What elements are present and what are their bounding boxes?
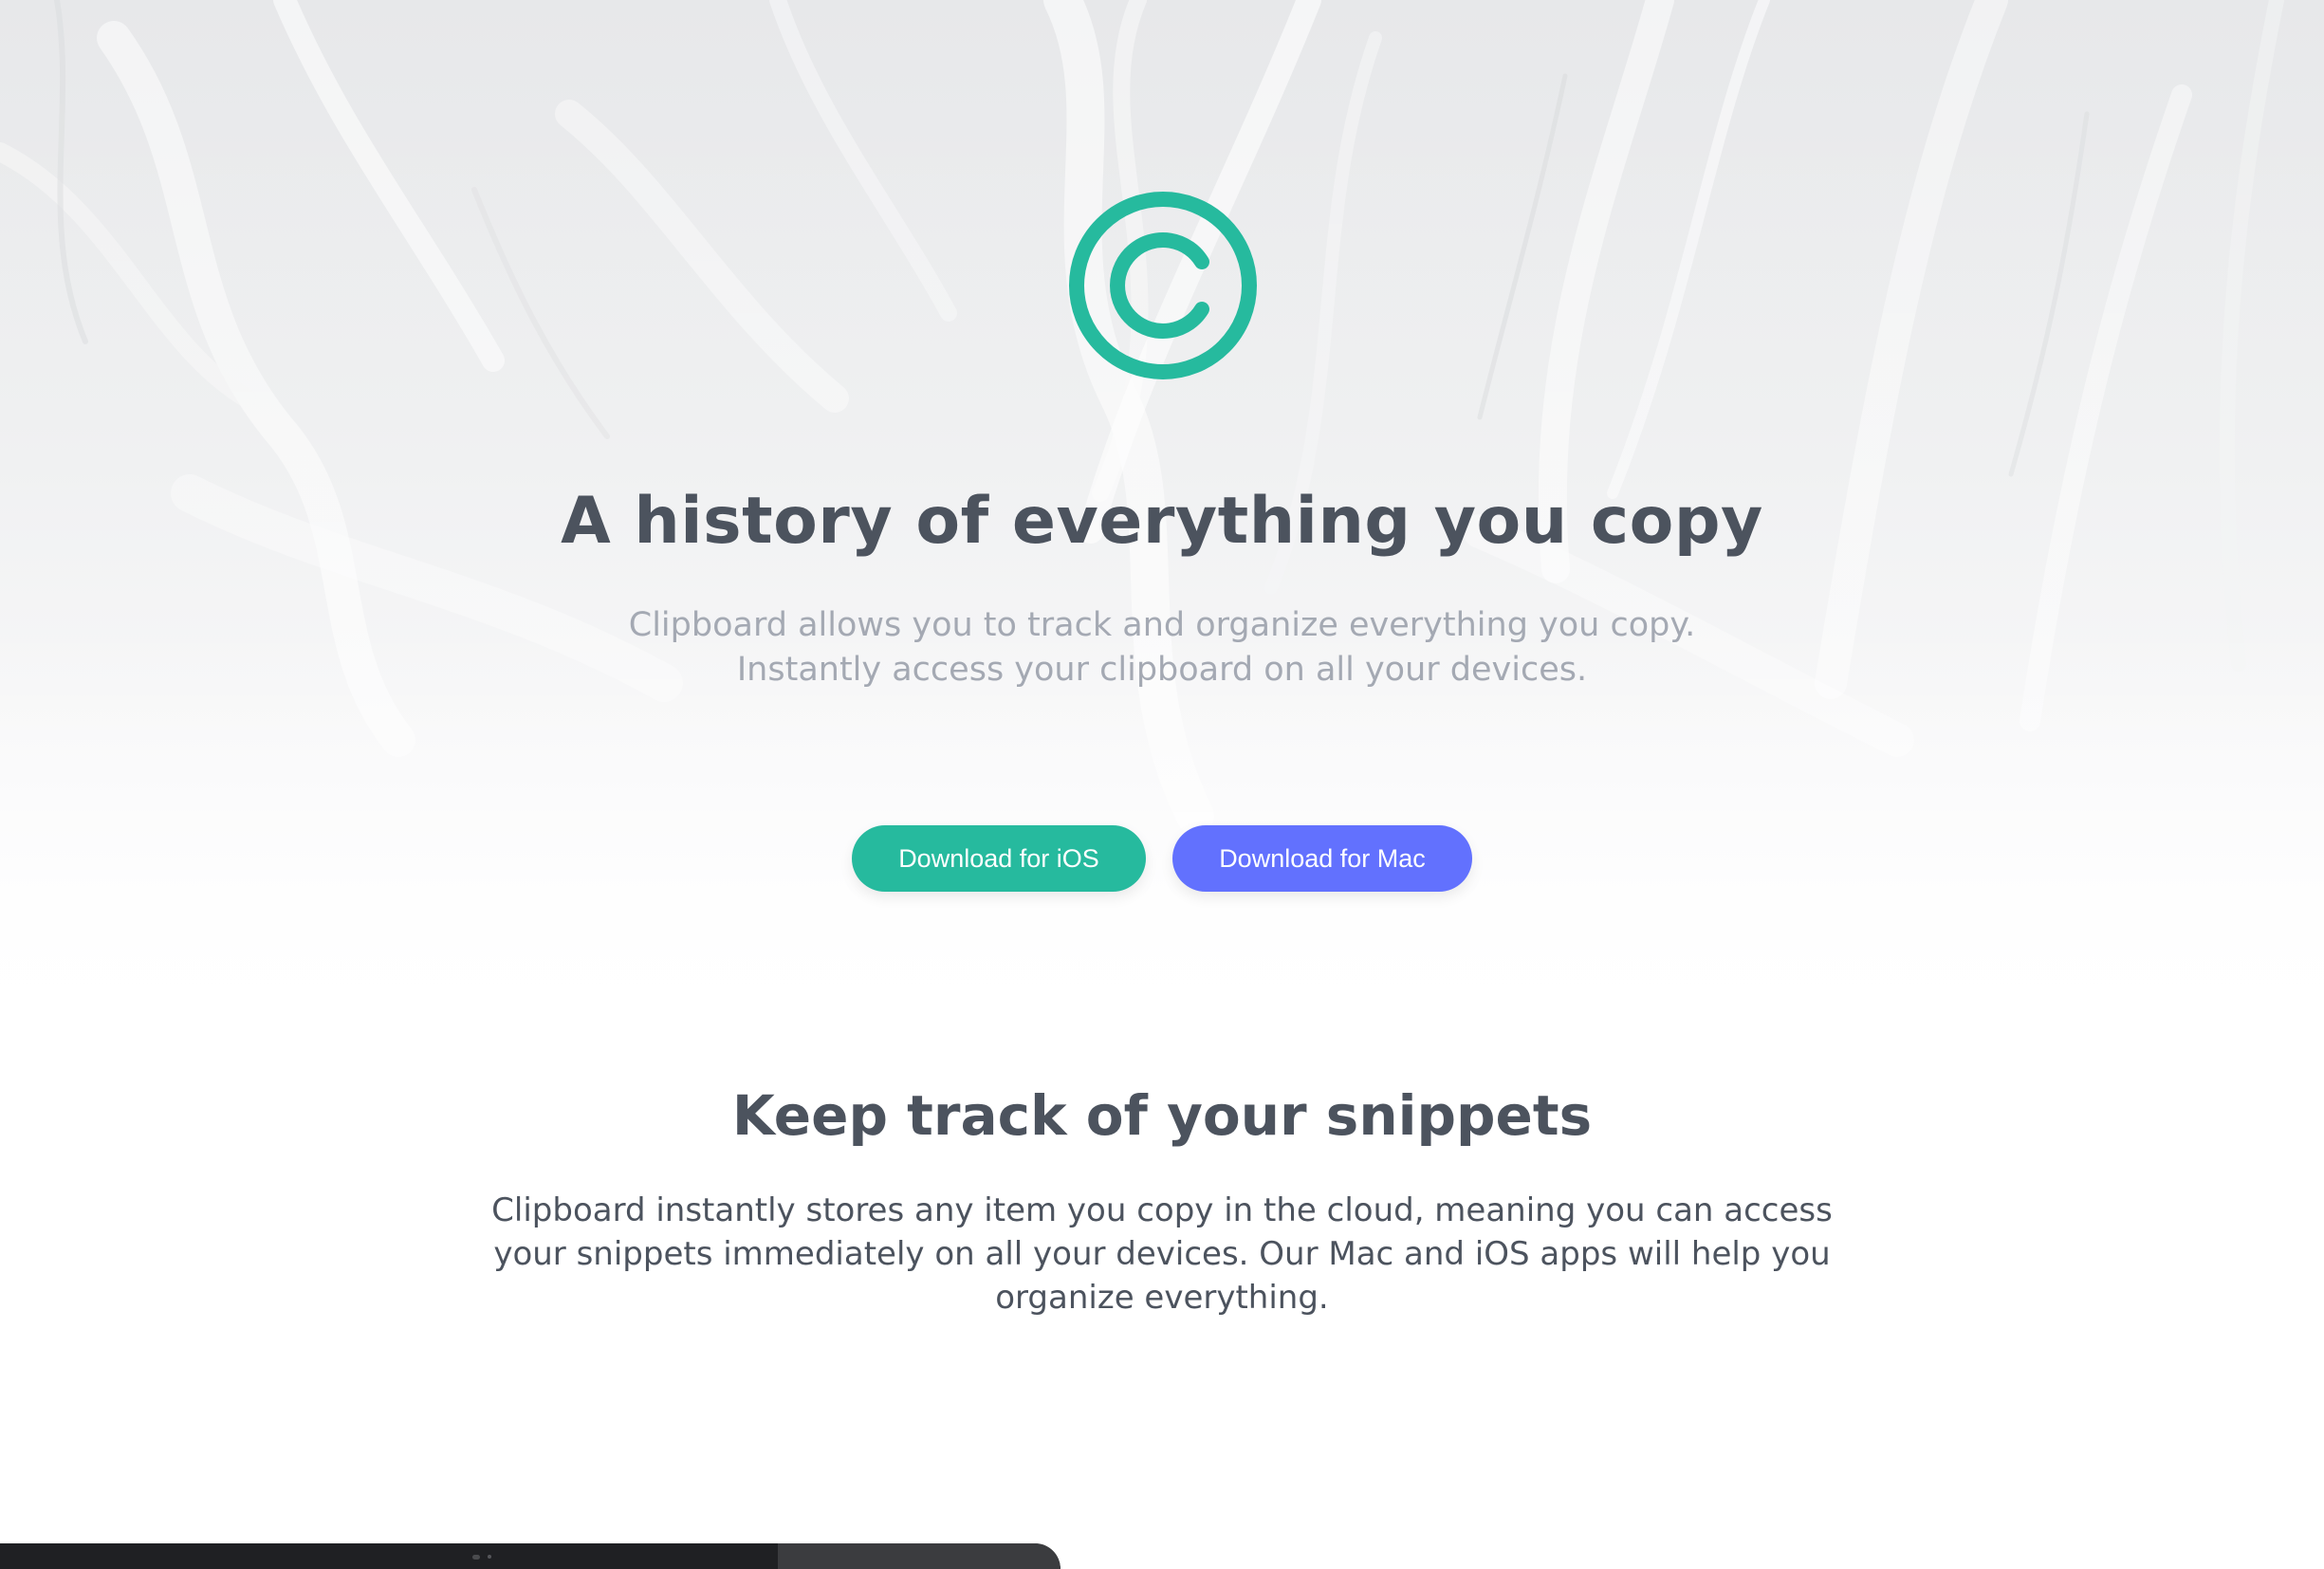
- snippets-section-body: Clipboard instantly stores any item you …: [491, 1191, 1833, 1317]
- hero-title: A history of everything you copy: [561, 484, 1763, 559]
- download-mac-button[interactable]: Download for Mac: [1172, 825, 1472, 892]
- clipboard-c-icon: [1067, 190, 1259, 381]
- device-screen-edge: [778, 1543, 1061, 1569]
- download-ios-button[interactable]: Download for iOS: [852, 825, 1146, 892]
- computer-device-image: [0, 1543, 1061, 1569]
- snippets-section-title: Keep track of your snippets: [731, 1083, 1593, 1148]
- hero-subtitle: Clipboard allows you to track and organi…: [628, 606, 1696, 689]
- device-camera-icon: [472, 1555, 480, 1560]
- device-sensor-icon: [488, 1555, 491, 1559]
